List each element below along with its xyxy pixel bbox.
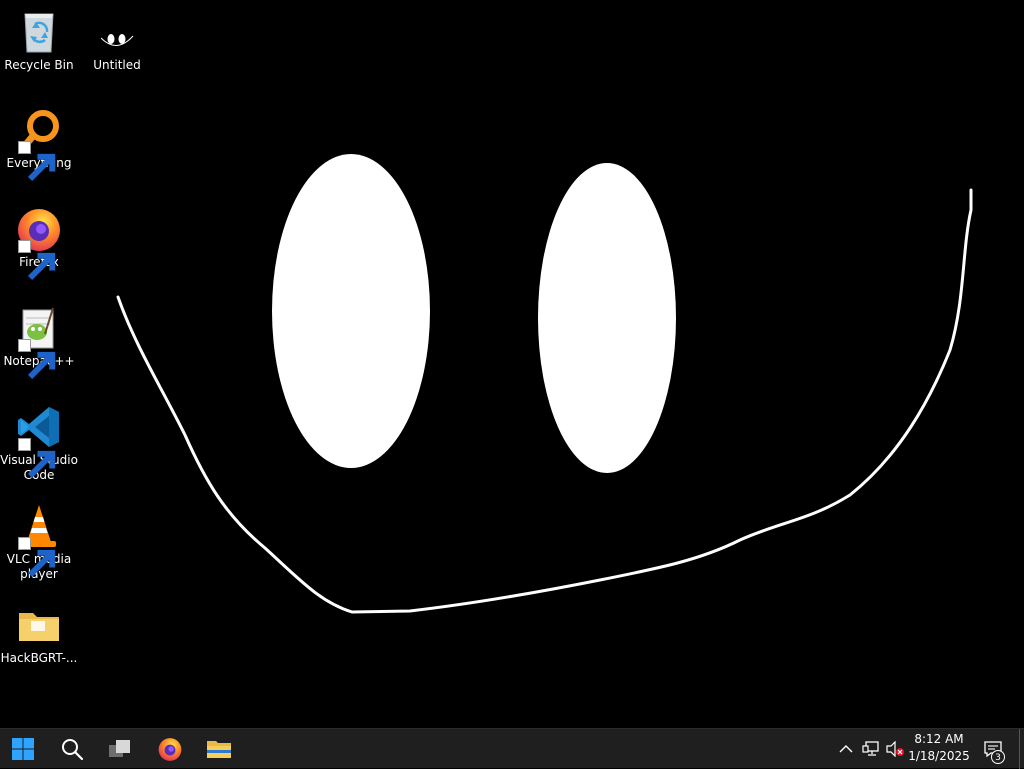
untitled-image-icon — [97, 16, 137, 46]
tray-chevron-button[interactable] — [836, 729, 856, 769]
taskbar-firefox-button[interactable] — [148, 729, 192, 769]
start-button[interactable] — [1, 729, 45, 769]
shortcut-arrow-icon — [18, 240, 56, 281]
show-desktop-edge[interactable] — [1019, 729, 1020, 769]
desktop-icon-recycle-bin[interactable]: Recycle Bin — [0, 8, 78, 73]
recycle-bin-icon — [24, 13, 54, 53]
network-icon — [862, 741, 879, 756]
tray-network-button[interactable] — [860, 729, 882, 769]
folder-icon — [19, 613, 59, 641]
desktop-icon-notepad-plus-plus[interactable]: Notepad++ — [0, 304, 78, 380]
file-explorer-icon — [207, 741, 231, 758]
tray-volume-button[interactable] — [884, 729, 906, 769]
wallpaper-drawing — [116, 154, 973, 614]
desktop-icon-label: Recycle Bin — [4, 58, 74, 72]
desktop-icon-hackbgrt-folder[interactable]: HackBGRT-... — [0, 601, 78, 666]
task-view-button[interactable] — [98, 729, 142, 769]
clock-time: 8:12 AM — [914, 732, 964, 746]
task-view-icon — [109, 740, 130, 757]
shortcut-arrow-icon — [18, 438, 56, 479]
desktop-icon-label: HackBGRT-... — [0, 651, 78, 665]
notification-center-button[interactable] — [980, 729, 1006, 769]
right-eye-shape — [538, 163, 676, 473]
search-button[interactable] — [50, 729, 94, 769]
desktop-icon-firefox[interactable]: Firefox — [0, 205, 78, 281]
desktop-icon-label: Untitled — [93, 58, 141, 72]
desktop-icon-untitled[interactable]: Untitled — [78, 8, 156, 73]
shortcut-arrow-icon — [18, 537, 56, 578]
firefox-icon — [158, 738, 182, 761]
chevron-up-icon — [839, 745, 853, 753]
notification-count-badge: 3 — [991, 750, 1005, 764]
left-eye-shape — [272, 154, 430, 468]
desktop-icon-vlc[interactable]: VLC media player — [0, 502, 78, 582]
search-icon — [62, 739, 84, 761]
shortcut-arrow-icon — [18, 141, 56, 182]
taskbar-file-explorer-button[interactable] — [197, 729, 241, 769]
desktop-icon-everything[interactable]: Everything — [0, 106, 78, 182]
taskbar: 8:12 AM 1/18/2025 3 — [0, 728, 1024, 769]
shortcut-arrow-icon — [18, 339, 56, 380]
desktop[interactable]: Recycle Bin Untitled Everything Firefox … — [0, 0, 1024, 728]
clock[interactable]: 8:12 AM 1/18/2025 — [904, 731, 974, 767]
desktop-icon-vscode[interactable]: Visual Studio Code — [0, 403, 78, 483]
clock-date: 1/18/2025 — [908, 749, 970, 763]
volume-muted-icon — [886, 741, 904, 757]
windows-start-icon — [12, 738, 34, 760]
